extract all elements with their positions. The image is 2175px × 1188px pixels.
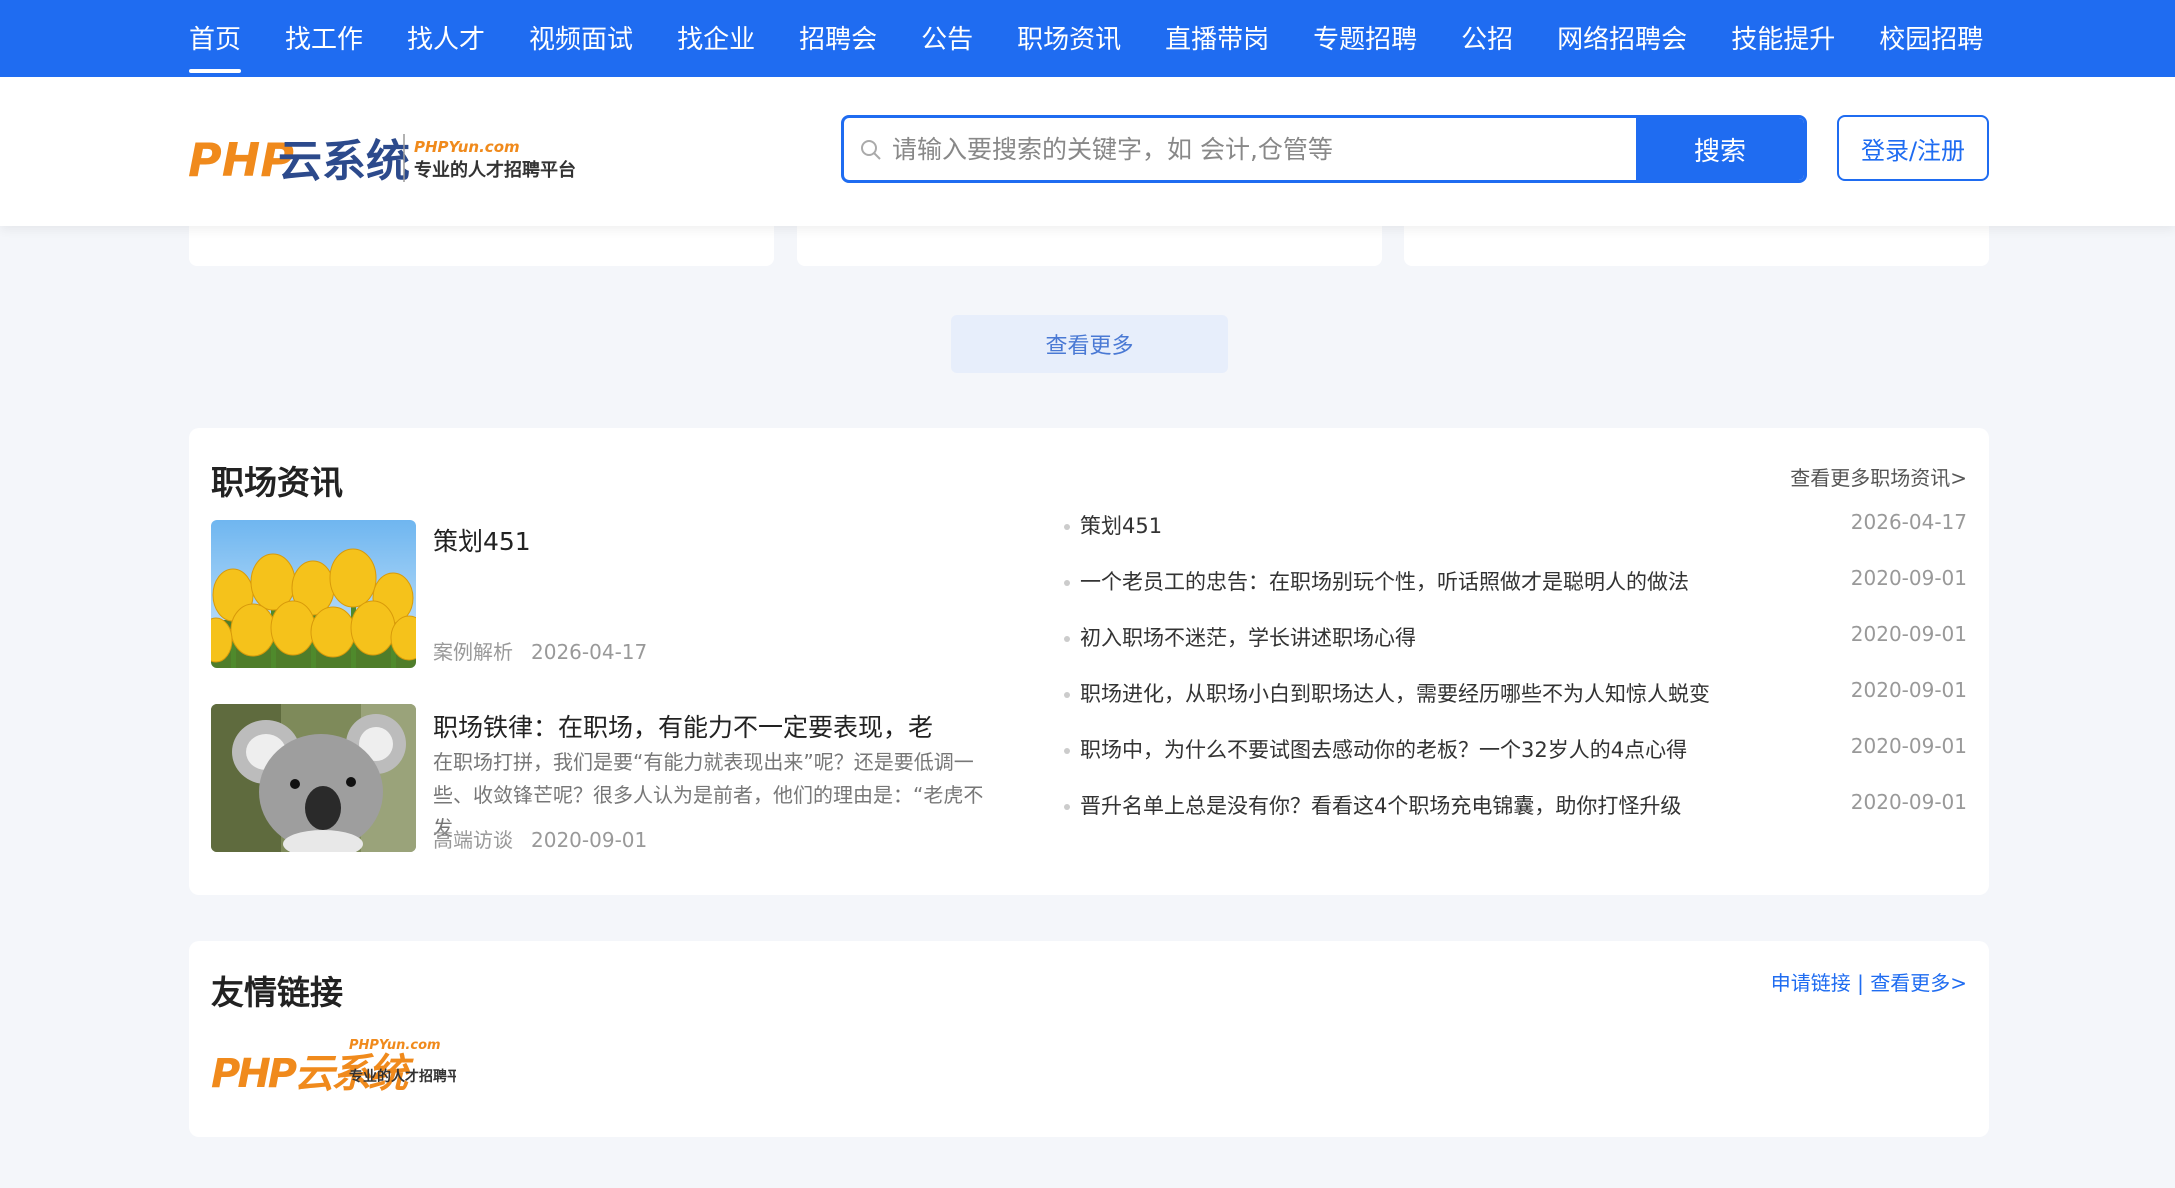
nav-item-public-recruit[interactable]: 公招 — [1461, 0, 1513, 77]
tulips-photo[interactable] — [211, 520, 416, 668]
list-item[interactable]: 一个老员工的忠告：在职场别玩个性，听话照做才是聪明人的做法 2020-09-01 — [1064, 566, 1967, 622]
nav-item-find-company[interactable]: 找企业 — [677, 0, 755, 77]
search-box: 搜索 — [841, 115, 1807, 183]
nav-item-announcement[interactable]: 公告 — [921, 0, 973, 77]
nav-item-campus[interactable]: 校园招聘 — [1879, 0, 1983, 77]
nav-item-find-talent[interactable]: 找人才 — [407, 0, 485, 77]
nav-item-home[interactable]: 首页 — [189, 0, 242, 77]
list-item[interactable]: 策划451 2026-04-17 — [1064, 510, 1967, 566]
site-header: PHP 云系统 PHPYun.com 专业的人才招聘平台 搜索 登录/注册 — [0, 77, 2175, 226]
featured-article-title[interactable]: 职场铁律：在职场，有能力不一定要表现，老 — [433, 708, 933, 744]
login-register-button[interactable]: 登录/注册 — [1837, 115, 1989, 181]
svg-text:云系统: 云系统 — [278, 136, 410, 187]
nav-item-live-recruit[interactable]: 直播带岗 — [1165, 0, 1269, 77]
nav-item-video-interview[interactable]: 视频面试 — [529, 0, 633, 77]
apply-link-button[interactable]: 申请链接 — [1771, 971, 1851, 995]
top-navigation: 首页 找工作 找人才 视频面试 找企业 招聘会 公告 职场资讯 直播带岗 专题招… — [0, 0, 2175, 77]
nav-item-online-fair[interactable]: 网络招聘会 — [1557, 0, 1687, 77]
list-item[interactable]: 晋升名单上总是没有你？看看这4个职场充电锦囊，助你打怪升级 2020-09-01 — [1064, 790, 1967, 846]
friendly-links-panel: 友情链接 申请链接 | 查看更多> PHP云系统 PHPYun.com 专业的人… — [189, 941, 1989, 1137]
nav-item-career-news[interactable]: 职场资讯 — [1017, 0, 1121, 77]
view-more-button[interactable]: 查看更多 — [951, 315, 1228, 373]
nav-item-find-job[interactable]: 找工作 — [285, 0, 363, 77]
site-logo[interactable]: PHP 云系统 PHPYun.com 专业的人才招聘平台 — [188, 122, 588, 192]
nav-menu: 首页 找工作 找人才 视频面试 找企业 招聘会 公告 职场资讯 直播带岗 专题招… — [189, 0, 2027, 77]
nav-item-job-fair[interactable]: 招聘会 — [799, 0, 877, 77]
koala-image-icon — [211, 704, 416, 852]
phpyun-logo-icon: PHP 云系统 PHPYun.com 专业的人才招聘平台 — [188, 133, 576, 187]
news-list: 策划451 2026-04-17 一个老员工的忠告：在职场别玩个性，听话照做才是聪… — [1064, 510, 1967, 846]
featured-article-meta: 案例解析 2026-04-17 — [433, 636, 647, 665]
nav-item-skill-up[interactable]: 技能提升 — [1731, 0, 1835, 77]
list-item[interactable]: 初入职场不迷茫，学长讲述职场心得 2020-09-01 — [1064, 622, 1967, 678]
list-item[interactable]: 职场中，为什么不要试图去感动你的老板？一个32岁人的4点心得 2020-09-01 — [1064, 734, 1967, 790]
phpyun-partner-logo-icon: PHP云系统 PHPYun.com 专业的人才招聘平台 — [211, 1038, 475, 1097]
career-news-title: 职场资讯 — [211, 463, 343, 502]
article-category: 高端访谈 — [433, 828, 513, 852]
article-date: 2026-04-17 — [531, 640, 648, 664]
career-news-more-link[interactable]: 查看更多职场资讯> — [1790, 462, 1967, 491]
svg-text:PHPYun.com: PHPYun.com — [349, 1038, 441, 1053]
friendly-links-actions: 申请链接 | 查看更多> — [1771, 967, 1967, 996]
featured-article[interactable]: 策划451 案例解析 2026-04-17 — [211, 520, 1011, 670]
link-separator: | — [1857, 971, 1864, 995]
article-category: 案例解析 — [433, 640, 513, 664]
svg-text:PHPYun.com: PHPYun.com — [414, 138, 520, 156]
friendly-links-title: 友情链接 — [211, 973, 343, 1012]
list-item[interactable]: 职场进化，从职场小白到职场达人，需要经历哪些不为人知惊人蜕变 2020-09-01 — [1064, 678, 1967, 734]
featured-article-meta: 高端访谈 2020-09-01 — [433, 824, 647, 853]
search-icon — [861, 140, 881, 160]
koala-photo[interactable] — [211, 704, 416, 852]
svg-text:专业的人才招聘平台: 专业的人才招聘平台 — [414, 159, 576, 181]
featured-article[interactable]: 职场铁律：在职场，有能力不一定要表现，老 在职场打拼，我们是要“有能力就表现出来… — [211, 704, 1011, 854]
search-button[interactable]: 搜索 — [1636, 118, 1804, 180]
nav-item-topic-recruit[interactable]: 专题招聘 — [1313, 0, 1417, 77]
career-news-panel: 职场资讯 查看更多职场资讯> 策划451 案例解析 2026-04-17 职场铁… — [189, 428, 1989, 895]
tulips-image-icon — [211, 520, 416, 668]
partner-logo[interactable]: PHP云系统 PHPYun.com 专业的人才招聘平台 — [211, 1023, 475, 1101]
svg-text:专业的人才招聘平台: 专业的人才招聘平台 — [349, 1068, 456, 1085]
search-input[interactable] — [892, 118, 1482, 180]
featured-article-title[interactable]: 策划451 — [433, 522, 531, 558]
article-date: 2020-09-01 — [531, 828, 648, 852]
view-more-links[interactable]: 查看更多> — [1870, 971, 1967, 995]
